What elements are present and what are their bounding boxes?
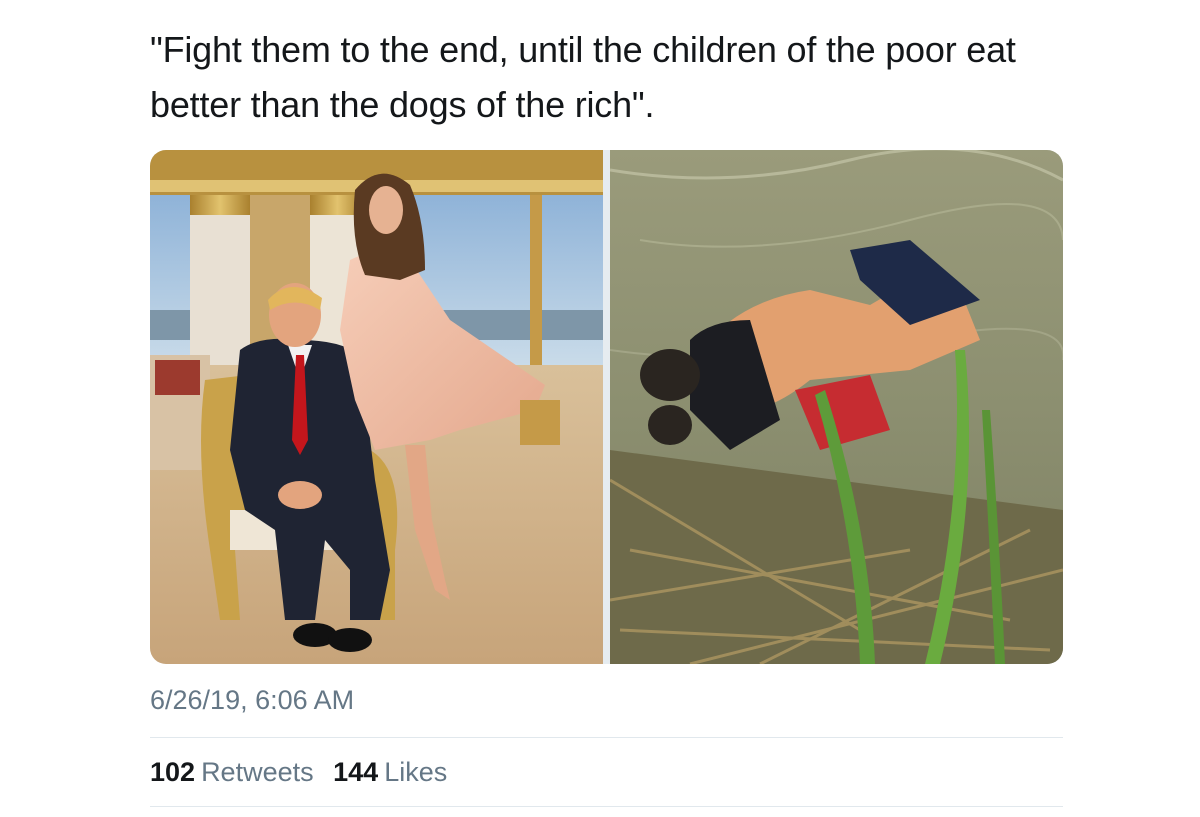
likes-stat[interactable]: 144 Likes bbox=[333, 753, 447, 791]
retweets-count: 102 bbox=[150, 757, 196, 787]
divider bbox=[150, 737, 1063, 738]
likes-count: 144 bbox=[333, 757, 379, 787]
media-photo-right[interactable] bbox=[610, 150, 1063, 664]
tweet-media[interactable] bbox=[150, 150, 1063, 664]
likes-label: Likes bbox=[384, 757, 448, 787]
tweet-stats: 102 Retweets 144 Likes bbox=[150, 753, 447, 791]
retweets-label: Retweets bbox=[201, 757, 314, 787]
divider bbox=[150, 806, 1063, 807]
tweet-text: "Fight them to the end, until the childr… bbox=[150, 29, 1026, 125]
retweets-stat[interactable]: 102 Retweets bbox=[150, 753, 314, 791]
tweet-timestamp[interactable]: 6/26/19, 6:06 AM bbox=[150, 683, 354, 717]
tweet: "Fight them to the end, until the childr… bbox=[150, 0, 1063, 817]
media-photo-left[interactable] bbox=[150, 150, 603, 664]
